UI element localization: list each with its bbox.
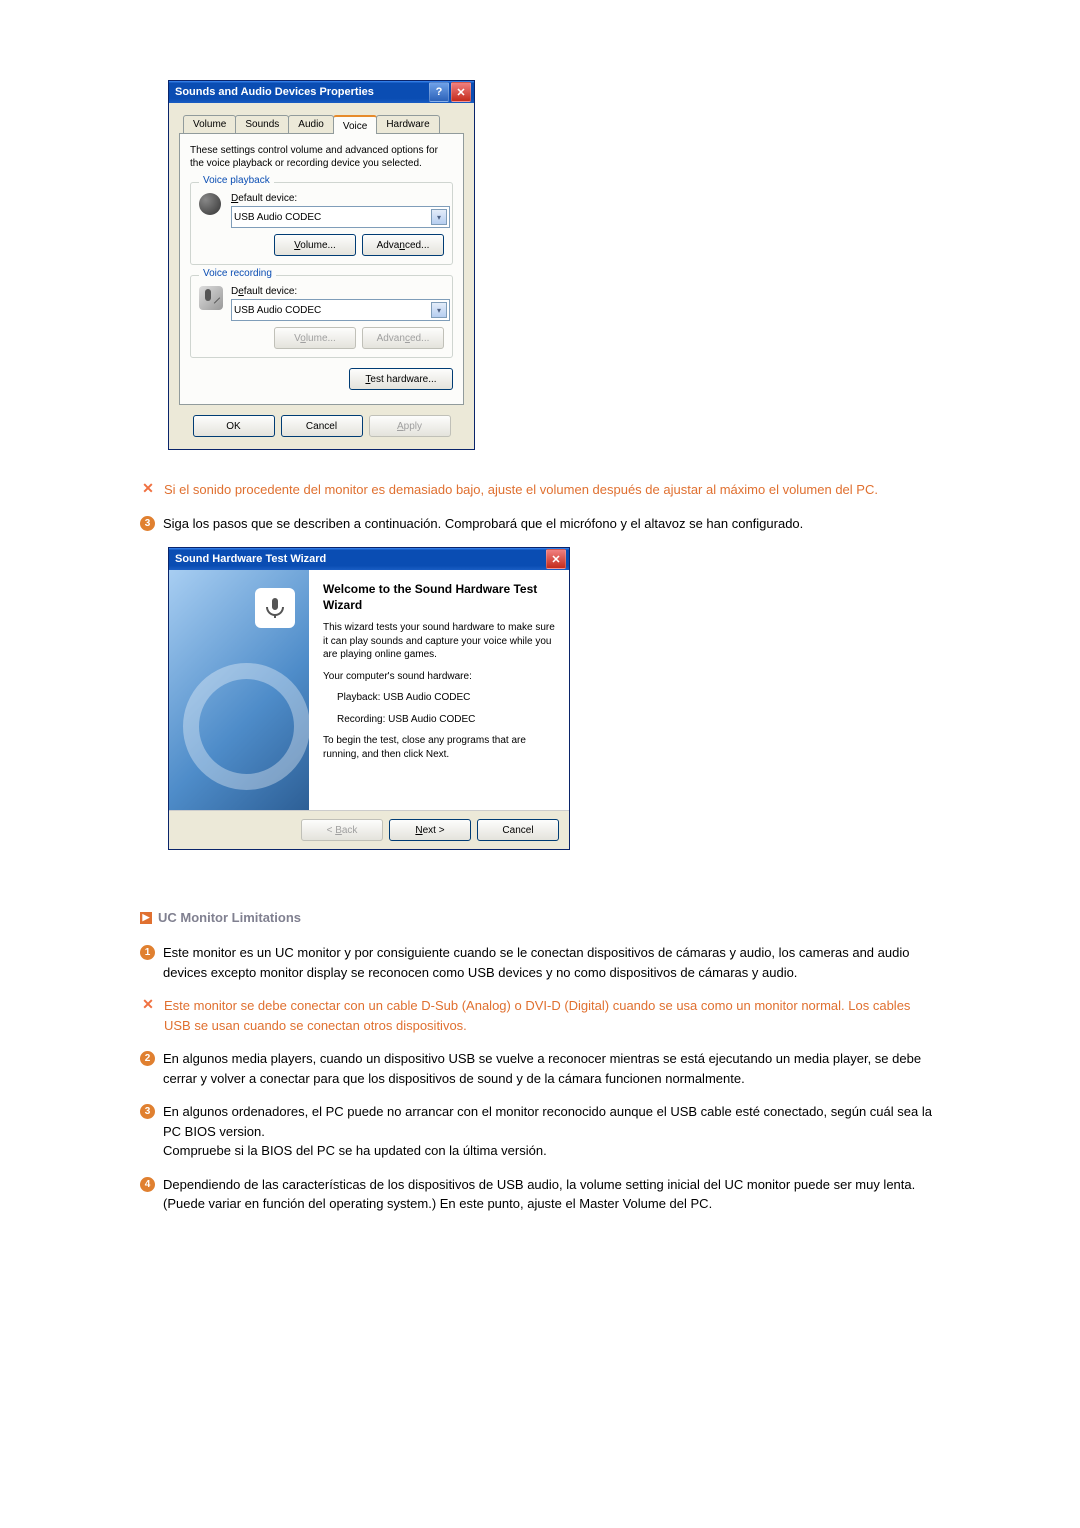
limitation-1: 1 Este monitor es un UC monitor y por co… bbox=[140, 943, 940, 982]
dialog-titlebar: Sounds and Audio Devices Properties ? ✕ bbox=[169, 81, 474, 103]
x-icon: ✕ bbox=[140, 480, 156, 497]
dialog-tabs: Volume Sounds Audio Voice Hardware bbox=[179, 115, 464, 134]
limitation-3: 3 En algunos ordenadores, el PC puede no… bbox=[140, 1102, 940, 1161]
playback-device-value: USB Audio CODEC bbox=[234, 212, 321, 223]
chevron-down-icon: ▾ bbox=[431, 209, 447, 225]
ok-button[interactable]: OK bbox=[193, 415, 275, 437]
recording-default-label: Default device: bbox=[231, 286, 444, 297]
speaker-icon bbox=[199, 193, 223, 217]
badge-2: 2 bbox=[140, 1051, 155, 1066]
section-title: UC Monitor Limitations bbox=[158, 910, 301, 925]
recording-volume-button[interactable]: Volume... bbox=[274, 327, 356, 349]
wizard-p1: This wizard tests your sound hardware to… bbox=[323, 621, 555, 662]
wizard-heading: Welcome to the Sound Hardware Test Wizar… bbox=[323, 582, 555, 613]
next-button[interactable]: Next > bbox=[389, 819, 471, 841]
volume-note-text: Si el sonido procedente del monitor es d… bbox=[164, 480, 878, 500]
limitation-1-note-text: Este monitor se debe conectar con un cab… bbox=[164, 996, 940, 1035]
chevron-down-icon: ▾ bbox=[431, 302, 447, 318]
wizard-titlebar: Sound Hardware Test Wizard ✕ bbox=[169, 548, 569, 570]
test-hardware-button[interactable]: Test hardware... bbox=[349, 368, 453, 390]
limitation-3-text: En algunos ordenadores, el PC puede no a… bbox=[163, 1102, 940, 1161]
cancel-button[interactable]: Cancel bbox=[281, 415, 363, 437]
back-button[interactable]: < Back bbox=[301, 819, 383, 841]
step-3-intro: 3 Siga los pasos que se describen a cont… bbox=[140, 514, 940, 534]
group-legend-recording: Voice recording bbox=[199, 268, 276, 279]
wizard-title: Sound Hardware Test Wizard bbox=[175, 553, 326, 565]
playback-default-label: Default device: bbox=[231, 193, 444, 204]
group-legend-playback: Voice playback bbox=[199, 175, 274, 186]
cancel-button[interactable]: Cancel bbox=[477, 819, 559, 841]
ring-graphic bbox=[183, 663, 310, 790]
recording-device-select[interactable]: USB Audio CODEC ▾ bbox=[231, 299, 450, 321]
wizard-p3: To begin the test, close any programs th… bbox=[323, 734, 555, 761]
sounds-audio-dialog: Sounds and Audio Devices Properties ? ✕ … bbox=[168, 80, 475, 450]
wizard-p2: Your computer's sound hardware: bbox=[323, 670, 555, 684]
limitation-4: 4 Dependiendo de las características de … bbox=[140, 1175, 940, 1214]
close-button[interactable]: ✕ bbox=[546, 549, 566, 569]
recording-advanced-button[interactable]: Advanced... bbox=[362, 327, 444, 349]
tab-description: These settings control volume and advanc… bbox=[190, 144, 453, 170]
badge-1: 1 bbox=[140, 945, 155, 960]
tab-sounds[interactable]: Sounds bbox=[235, 115, 289, 134]
wizard-playback-info: Playback: USB Audio CODEC bbox=[323, 691, 555, 705]
limitation-2: 2 En algunos media players, cuando un di… bbox=[140, 1049, 940, 1088]
step-3-text: Siga los pasos que se describen a contin… bbox=[163, 514, 803, 534]
badge-4: 4 bbox=[140, 1177, 155, 1192]
dialog-title: Sounds and Audio Devices Properties bbox=[175, 86, 374, 98]
section-heading: ▶ UC Monitor Limitations bbox=[140, 910, 940, 925]
volume-note: ✕ Si el sonido procedente del monitor es… bbox=[140, 480, 940, 500]
x-icon: ✕ bbox=[140, 996, 156, 1013]
voice-recording-group: Voice recording Default device: USB Audi… bbox=[190, 275, 453, 358]
playback-device-select[interactable]: USB Audio CODEC ▾ bbox=[231, 206, 450, 228]
recording-device-value: USB Audio CODEC bbox=[234, 305, 321, 316]
help-button[interactable]: ? bbox=[429, 82, 449, 102]
limitation-4-text: Dependiendo de las características de lo… bbox=[163, 1175, 940, 1214]
playback-advanced-button[interactable]: Advanced... bbox=[362, 234, 444, 256]
badge-3: 3 bbox=[140, 516, 155, 531]
limitation-1-note: ✕ Este monitor se debe conectar con un c… bbox=[140, 996, 940, 1035]
tab-volume[interactable]: Volume bbox=[183, 115, 236, 134]
tab-voice[interactable]: Voice bbox=[333, 115, 377, 134]
wizard-side-banner bbox=[169, 570, 309, 810]
mic-icon bbox=[255, 588, 295, 628]
tab-audio[interactable]: Audio bbox=[288, 115, 334, 134]
microphone-icon bbox=[199, 286, 223, 310]
tab-hardware[interactable]: Hardware bbox=[376, 115, 439, 134]
apply-button[interactable]: Apply bbox=[369, 415, 451, 437]
badge-3b: 3 bbox=[140, 1104, 155, 1119]
close-button[interactable]: ✕ bbox=[451, 82, 471, 102]
playback-volume-button[interactable]: Volume... bbox=[274, 234, 356, 256]
limitation-2-text: En algunos media players, cuando un disp… bbox=[163, 1049, 940, 1088]
voice-playback-group: Voice playback Default device: USB Audio… bbox=[190, 182, 453, 265]
wizard-recording-info: Recording: USB Audio CODEC bbox=[323, 713, 555, 727]
sound-test-wizard: Sound Hardware Test Wizard ✕ Welcome to … bbox=[168, 547, 570, 850]
bullet-arrow-icon: ▶ bbox=[140, 912, 152, 924]
limitation-1-text: Este monitor es un UC monitor y por cons… bbox=[163, 943, 940, 982]
